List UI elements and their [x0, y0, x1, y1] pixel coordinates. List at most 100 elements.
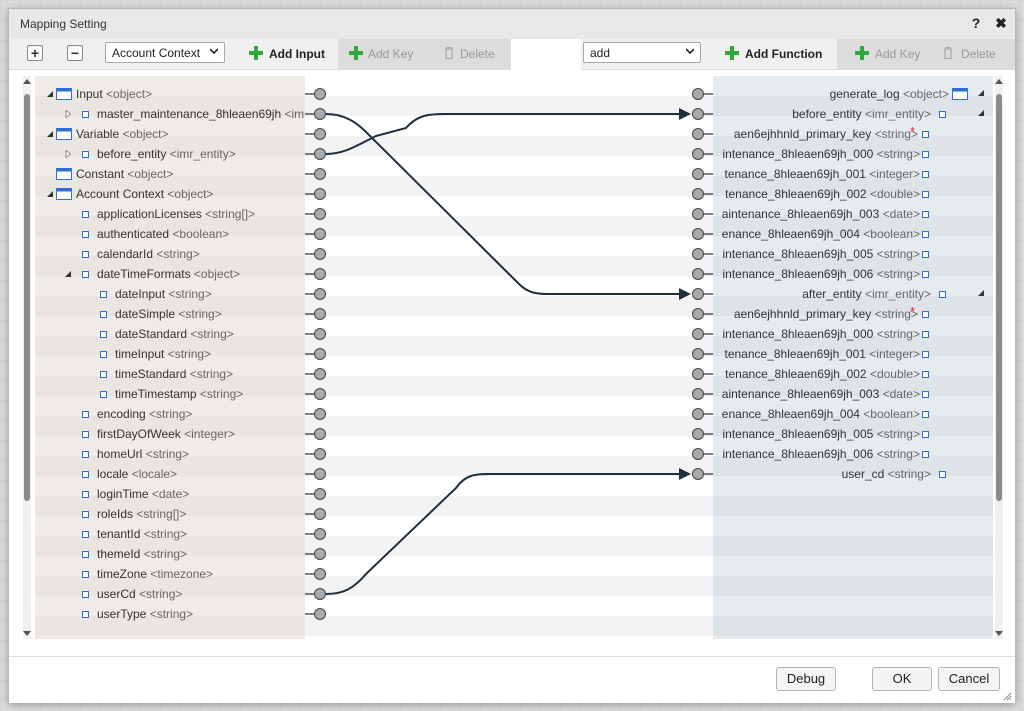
input-tree-row[interactable]: timeTimestamp <string> [35, 384, 305, 404]
right-connector-node[interactable] [692, 308, 704, 320]
left-connector-node[interactable] [314, 308, 326, 320]
input-tree-row[interactable]: dateSimple <string> [35, 304, 305, 324]
left-connector-node[interactable] [314, 248, 326, 260]
output-tree-row[interactable]: intenance_8hleaen69jh_000 <string> [713, 324, 993, 344]
input-tree-row[interactable]: timeZone <timezone> [35, 564, 305, 584]
output-tree-row[interactable]: after_entity <imr_entity> [713, 284, 993, 304]
input-tree-row[interactable]: Account Context <object> [35, 184, 305, 204]
input-tree-row[interactable]: tenantId <string> [35, 524, 305, 544]
output-tree-row[interactable]: aen6ejhhnld_primary_key <string> * [713, 124, 993, 144]
input-tree-row[interactable]: Input <object> [35, 84, 305, 104]
left-connector-node[interactable] [314, 388, 326, 400]
input-tree-row[interactable]: themeId <string> [35, 544, 305, 564]
left-connector-node[interactable] [314, 188, 326, 200]
output-tree-row[interactable]: intenance_8hleaen69jh_005 <string> [713, 424, 993, 444]
mapping-wire[interactable] [325, 113, 679, 295]
left-connector-node[interactable] [314, 328, 326, 340]
input-tree-row[interactable]: authenticated <boolean> [35, 224, 305, 244]
left-connector-node[interactable] [314, 148, 326, 160]
right-connector-node[interactable] [692, 208, 704, 220]
output-tree-row[interactable]: tenance_8hleaen69jh_002 <double> [713, 184, 993, 204]
output-tree-row[interactable]: tenance_8hleaen69jh_001 <integer> [713, 344, 993, 364]
right-connector-node[interactable] [692, 248, 704, 260]
input-tree-row[interactable]: homeUrl <string> [35, 444, 305, 464]
left-connector-node[interactable] [314, 508, 326, 520]
right-connector-node[interactable] [692, 268, 704, 280]
collapse-toggle-icon[interactable] [977, 89, 985, 97]
output-tree-row[interactable]: intenance_8hleaen69jh_006 <string> [713, 264, 993, 284]
left-connector-node[interactable] [314, 208, 326, 220]
input-tree-row[interactable]: roleIds <string[]> [35, 504, 305, 524]
left-connector-node[interactable] [314, 168, 326, 180]
output-tree-row[interactable]: tenance_8hleaen69jh_002 <double> [713, 364, 993, 384]
left-connector-node[interactable] [314, 548, 326, 560]
scroll-down-icon[interactable] [995, 629, 1003, 637]
scroll-down-icon[interactable] [23, 629, 31, 637]
left-scroll-thumb[interactable] [24, 94, 30, 501]
expand-toggle-icon[interactable] [64, 150, 72, 158]
input-tree-row[interactable]: userCd <string> [35, 584, 305, 604]
left-connector-node[interactable] [314, 108, 326, 120]
left-scrollbar[interactable] [23, 76, 31, 639]
input-tree-row[interactable]: Variable <object> [35, 124, 305, 144]
right-connector-node[interactable] [692, 328, 704, 340]
right-connector-node[interactable] [692, 228, 704, 240]
right-connector-node[interactable] [692, 448, 704, 460]
output-tree-row[interactable]: enance_8hleaen69jh_004 <boolean> [713, 224, 993, 244]
input-tree-row[interactable]: dateInput <string> [35, 284, 305, 304]
input-tree-row[interactable]: calendarId <string> [35, 244, 305, 264]
left-connector-node[interactable] [314, 608, 326, 620]
mapping-wire[interactable] [325, 113, 679, 155]
input-tree-row[interactable]: applicationLicenses <string[]> [35, 204, 305, 224]
right-connector-node[interactable] [692, 428, 704, 440]
left-connector-node[interactable] [314, 268, 326, 280]
input-tree-row[interactable]: timeInput <string> [35, 344, 305, 364]
output-tree-row[interactable]: enance_8hleaen69jh_004 <boolean> [713, 404, 993, 424]
left-connector-node[interactable] [314, 88, 326, 100]
left-connector-node[interactable] [314, 468, 326, 480]
right-connector-node[interactable] [692, 168, 704, 180]
output-tree-row[interactable]: aintenance_8hleaen69jh_003 <date> [713, 384, 993, 404]
ok-button[interactable]: OK [872, 667, 932, 691]
right-connector-node[interactable] [692, 288, 704, 300]
cancel-button[interactable]: Cancel [938, 667, 1000, 691]
left-connector-node[interactable] [314, 288, 326, 300]
right-connector-node[interactable] [692, 348, 704, 360]
input-tree-row[interactable]: before_entity <imr_entity> [35, 144, 305, 164]
collapse-toggle-icon[interactable] [46, 90, 54, 98]
left-connector-node[interactable] [314, 348, 326, 360]
input-tree-row[interactable]: master_maintenance_8hleaen69jh <im [35, 104, 305, 124]
right-scroll-thumb[interactable] [996, 94, 1002, 501]
left-connector-node[interactable] [314, 428, 326, 440]
right-connector-node[interactable] [692, 188, 704, 200]
left-connector-node[interactable] [314, 568, 326, 580]
expand-toggle-icon[interactable] [64, 110, 72, 118]
collapse-toggle-icon[interactable] [46, 130, 54, 138]
input-tree-row[interactable]: loginTime <date> [35, 484, 305, 504]
output-tree-row[interactable]: tenance_8hleaen69jh_001 <integer> [713, 164, 993, 184]
right-connector-node[interactable] [692, 108, 704, 120]
collapse-toggle-icon[interactable] [64, 270, 72, 278]
output-tree-row[interactable]: intenance_8hleaen69jh_005 <string> [713, 244, 993, 264]
right-connector-node[interactable] [692, 368, 704, 380]
left-connector-node[interactable] [314, 488, 326, 500]
input-tree-row[interactable]: Constant <object> [35, 164, 305, 184]
input-tree-row[interactable]: encoding <string> [35, 404, 305, 424]
input-tree-row[interactable]: userType <string> [35, 604, 305, 624]
left-connector-node[interactable] [314, 448, 326, 460]
debug-button[interactable]: Debug [776, 667, 836, 691]
right-connector-node[interactable] [692, 148, 704, 160]
output-tree-row[interactable]: aen6ejhhnld_primary_key <string> * [713, 304, 993, 324]
left-connector-node[interactable] [314, 228, 326, 240]
input-tree-row[interactable]: firstDayOfWeek <integer> [35, 424, 305, 444]
input-tree-row[interactable]: dateStandard <string> [35, 324, 305, 344]
left-connector-node[interactable] [314, 528, 326, 540]
input-tree-row[interactable]: timeStandard <string> [35, 364, 305, 384]
mapping-wire[interactable] [325, 473, 679, 595]
output-tree-row[interactable]: intenance_8hleaen69jh_006 <string> [713, 444, 993, 464]
input-tree-row[interactable]: dateTimeFormats <object> [35, 264, 305, 284]
resize-grip-icon[interactable] [1002, 691, 1012, 701]
collapse-toggle-icon[interactable] [977, 109, 985, 117]
right-connector-node[interactable] [692, 408, 704, 420]
right-connector-node[interactable] [692, 468, 704, 480]
